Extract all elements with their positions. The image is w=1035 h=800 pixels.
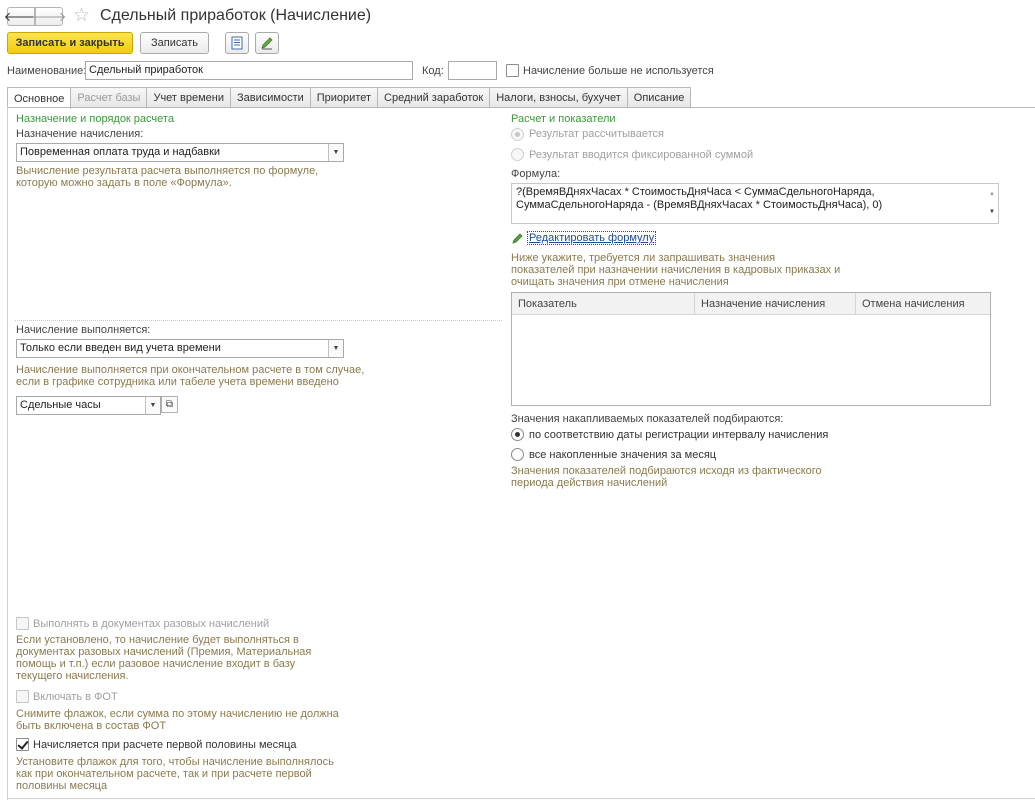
accum-hint-line: Значения показателей подбираются исходя … bbox=[511, 465, 822, 477]
favorite-star-icon[interactable]: ☆ bbox=[73, 4, 90, 26]
first-half-label: Начисляется при расчете первой половины … bbox=[33, 739, 297, 751]
one-time-hint-line: помощь и т.п.) если разовое начисление в… bbox=[16, 658, 296, 670]
radio-result-calculated-label: Результат рассчитывается bbox=[529, 128, 664, 140]
not-used-label: Начисление больше не используется bbox=[523, 65, 714, 77]
radio-result-fixed-label: Результат вводится фиксированной суммой bbox=[529, 149, 754, 161]
tab-priority[interactable]: Приоритет bbox=[309, 87, 379, 108]
tab-underline bbox=[7, 107, 1035, 108]
performed-select-value: Только если введен вид учета времени bbox=[20, 342, 221, 354]
first-half-hint-line: как при окончательном расчете, так и при… bbox=[16, 768, 312, 780]
fot-label: Включать в ФОТ bbox=[33, 691, 118, 703]
tab-dependencies[interactable]: Зависимости bbox=[230, 87, 311, 108]
purpose-hint: Вычисление результата расчета выполняетс… bbox=[16, 165, 318, 189]
name-label: Наименование: bbox=[7, 65, 87, 77]
tab-average-earnings[interactable]: Средний заработок bbox=[377, 87, 491, 108]
tab-bar: Основное Расчет базы Учет времени Зависи… bbox=[7, 87, 692, 109]
code-label: Код: bbox=[422, 65, 444, 77]
report-button[interactable] bbox=[225, 32, 249, 54]
table-header: Показатель Назначение начисления Отмена … bbox=[512, 293, 990, 315]
page-title: Сдельный приработок (Начисление) bbox=[100, 7, 372, 24]
purpose-select[interactable]: Повременная оплата труда и надбавки ▼ bbox=[16, 143, 344, 162]
first-half-hint-line: половины месяца bbox=[16, 780, 108, 792]
radio-accum-by-date-label: по соответствию даты регистрации интерва… bbox=[529, 429, 829, 441]
accum-label: Значения накапливаемых показателей подби… bbox=[511, 413, 784, 425]
tab-taxes[interactable]: Налоги, взносы, бухучет bbox=[489, 87, 628, 108]
performed-hint: Начисление выполняется при окончательном… bbox=[16, 364, 364, 388]
save-and-close-button[interactable]: Записать и закрыть bbox=[7, 32, 133, 54]
indicators-hint-line: показателей при назначении начисления в … bbox=[511, 264, 841, 276]
dropdown-arrow-icon[interactable]: ▼ bbox=[328, 340, 343, 357]
radio-accum-all-label: все накопленные значения за месяц bbox=[529, 449, 717, 461]
edit-button[interactable] bbox=[255, 32, 279, 54]
purpose-hint-line: Вычисление результата расчета выполняетс… bbox=[16, 165, 319, 177]
time-type-select[interactable]: Сдельные часы ▼ bbox=[16, 396, 161, 415]
one-time-hint: Если установлено, то начисление будет вы… bbox=[16, 634, 311, 682]
section-purpose-title: Назначение и порядок расчета bbox=[16, 113, 174, 125]
pencil-icon bbox=[512, 233, 523, 244]
performed-label: Начисление выполняется: bbox=[16, 324, 151, 336]
purpose-select-value: Повременная оплата труда и надбавки bbox=[20, 146, 221, 158]
formula-textarea[interactable]: ?(ВремяВДняхЧасах * СтоимостьДняЧаса < С… bbox=[511, 183, 999, 224]
first-half-checkbox[interactable] bbox=[16, 738, 29, 751]
fot-hint-line: Снимите флажок, если сумма по этому начи… bbox=[16, 708, 339, 720]
radio-accum-by-date[interactable] bbox=[511, 428, 524, 441]
accum-hint-line: периода действия начислений bbox=[511, 477, 668, 489]
save-button[interactable]: Записать bbox=[140, 32, 209, 54]
radio-result-calculated[interactable] bbox=[511, 128, 524, 141]
tab-time-accounting[interactable]: Учет времени bbox=[146, 87, 231, 108]
dropdown-arrow-icon[interactable]: ▼ bbox=[145, 397, 160, 414]
time-type-value: Сдельные часы bbox=[20, 399, 101, 411]
open-window-icon: ⧉ bbox=[165, 399, 174, 410]
performed-select[interactable]: Только если введен вид учета времени ▼ bbox=[16, 339, 344, 358]
not-used-checkbox[interactable] bbox=[506, 64, 519, 77]
edit-formula-link[interactable]: Редактировать формулу bbox=[527, 231, 657, 245]
dropdown-arrow-icon[interactable]: ▼ bbox=[328, 144, 343, 161]
radio-result-fixed[interactable] bbox=[511, 148, 524, 161]
one-time-hint-line: текущего начисления. bbox=[16, 670, 129, 682]
code-input[interactable] bbox=[448, 61, 497, 80]
purpose-hint-line: которую можно задать в поле «Формула». bbox=[16, 177, 232, 189]
section-divider bbox=[15, 320, 502, 321]
tab-base-calculation[interactable]: Расчет базы bbox=[70, 87, 148, 108]
forward-button[interactable]: 🡒 bbox=[32, 7, 66, 26]
tab-description[interactable]: Описание bbox=[626, 87, 692, 108]
one-time-label: Выполнять в документах разовых начислени… bbox=[33, 618, 270, 630]
formula-label: Формула: bbox=[511, 168, 561, 180]
indicators-hint-line: очищать значения при отмене начисления bbox=[511, 276, 729, 288]
column-header-assign[interactable]: Назначение начисления bbox=[694, 293, 855, 315]
performed-hint-line: если в графике сотрудника или табеле уче… bbox=[16, 376, 339, 388]
first-half-hint-line: Установите флажок для того, чтобы начисл… bbox=[16, 756, 334, 768]
pencil-icon bbox=[261, 37, 273, 50]
formula-line: СуммаСдельногоНаряда - (ВремяВДняхЧасах … bbox=[516, 199, 883, 211]
arrow-right-icon: 🡒 bbox=[31, 9, 67, 25]
accum-hint: Значения показателей подбираются исходя … bbox=[511, 465, 822, 489]
document-list-icon bbox=[231, 36, 243, 50]
fot-checkbox[interactable] bbox=[16, 690, 29, 703]
formula-line: ?(ВремяВДняхЧасах * СтоимостьДняЧаса < С… bbox=[516, 186, 875, 198]
indicators-hint: Ниже укажите, требуется ли запрашивать з… bbox=[511, 252, 840, 288]
performed-hint-line: Начисление выполняется при окончательном… bbox=[16, 364, 365, 376]
column-header-cancel[interactable]: Отмена начисления bbox=[855, 293, 990, 315]
one-time-hint-line: документах разовых начислений (Премия, М… bbox=[16, 646, 312, 658]
scroll-up-icon[interactable]: ▲ bbox=[989, 188, 995, 201]
one-time-hint-line: Если установлено, то начисление будет вы… bbox=[16, 634, 299, 646]
tab-main[interactable]: Основное bbox=[7, 87, 72, 109]
name-input[interactable]: Сдельный приработок bbox=[85, 61, 413, 80]
indicators-table[interactable]: Показатель Назначение начисления Отмена … bbox=[511, 292, 991, 406]
first-half-hint: Установите флажок для того, чтобы начисл… bbox=[16, 756, 334, 792]
indicators-hint-line: Ниже укажите, требуется ли запрашивать з… bbox=[511, 252, 776, 264]
fot-hint-line: быть включена в состав ФОТ bbox=[16, 720, 167, 732]
one-time-checkbox[interactable] bbox=[16, 617, 29, 630]
radio-accum-all[interactable] bbox=[511, 448, 524, 461]
section-calculation-title: Расчет и показатели bbox=[511, 113, 616, 125]
fot-hint: Снимите флажок, если сумма по этому начи… bbox=[16, 708, 339, 732]
purpose-label: Назначение начисления: bbox=[16, 128, 144, 140]
column-header-indicator[interactable]: Показатель bbox=[512, 293, 694, 315]
scroll-down-icon[interactable]: ▼ bbox=[989, 206, 995, 219]
form-bottom-border bbox=[7, 798, 1035, 799]
panel-border bbox=[7, 107, 8, 800]
open-time-type-button[interactable]: ⧉ bbox=[161, 396, 178, 413]
